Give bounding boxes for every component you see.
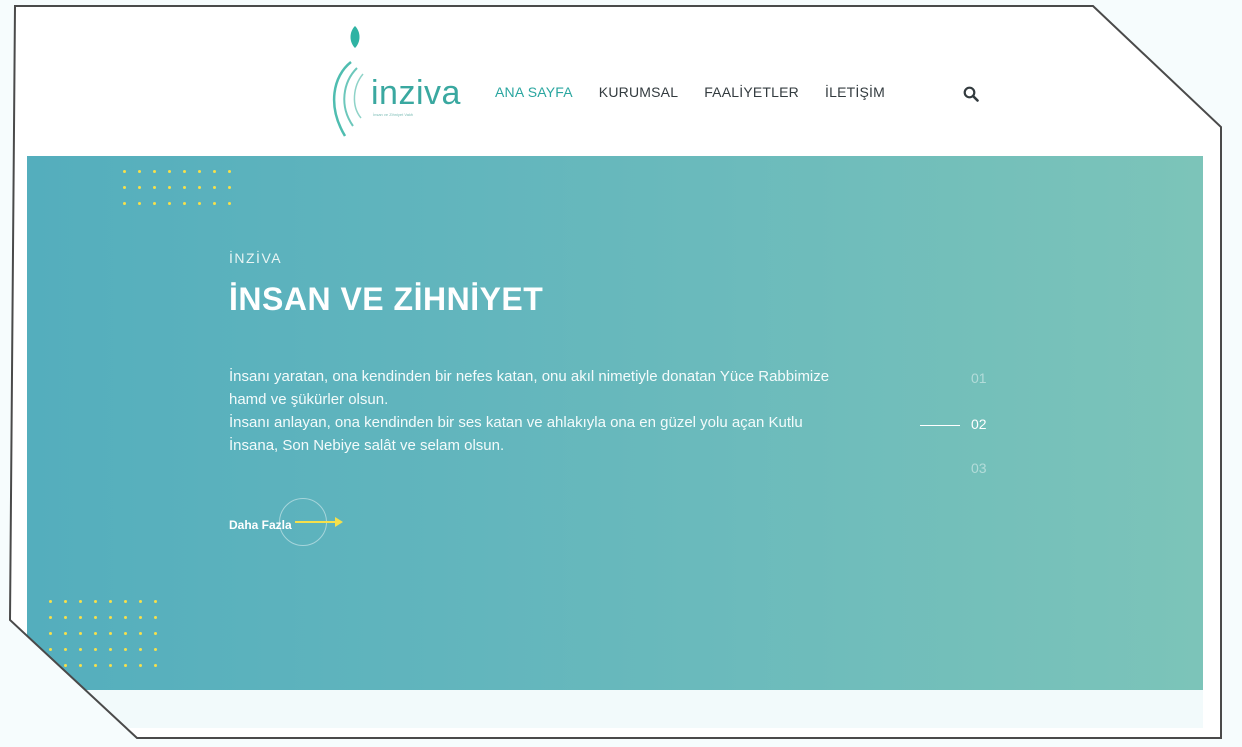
decorative-dot [79, 632, 82, 635]
decorative-dot [124, 664, 127, 667]
decorative-dot [49, 648, 52, 651]
decorative-dot [183, 170, 186, 173]
hero-paragraph-2: İnsanı anlayan, ona kendinden bir ses ka… [229, 414, 803, 454]
decorative-dot [213, 202, 216, 205]
decorative-dot [64, 648, 67, 651]
decorative-dot [94, 632, 97, 635]
decorative-dot [154, 616, 157, 619]
decorative-dot [124, 616, 127, 619]
decorative-dot [49, 600, 52, 603]
decorative-dot [79, 648, 82, 651]
decorative-dot [94, 664, 97, 667]
decorative-dot [153, 186, 156, 189]
decorative-dot [79, 600, 82, 603]
active-slide-indicator [920, 425, 960, 426]
decorative-dot [168, 186, 171, 189]
more-button[interactable]: Daha Fazla [229, 498, 343, 546]
hero-paragraph-1: İnsanı yaratan, ona kendinden bir nefes … [229, 368, 830, 408]
decorative-dot [109, 664, 112, 667]
decorative-dot [124, 648, 127, 651]
hero-eyebrow: İNZİVA [229, 250, 283, 266]
section-divider [27, 690, 1203, 728]
decorative-dot [109, 600, 112, 603]
decorative-dot [123, 186, 126, 189]
site-header: inziva İnsan ve Zihniyet Vakfı ANA SAYFA… [27, 6, 1203, 156]
decorative-dot [183, 186, 186, 189]
decorative-dot [168, 170, 171, 173]
decorative-dot [228, 170, 231, 173]
decorative-dot [154, 664, 157, 667]
decorative-dot [198, 170, 201, 173]
decorative-dot [168, 202, 171, 205]
decorative-dot [183, 202, 186, 205]
decorative-dot [138, 202, 141, 205]
decorative-dot [139, 664, 142, 667]
decorative-dot [124, 632, 127, 635]
decorative-dot [139, 632, 142, 635]
decorative-dot [64, 616, 67, 619]
decorative-dot [138, 186, 141, 189]
slide-number-1[interactable]: 01 [971, 370, 1189, 386]
decorative-dots-top [123, 170, 231, 205]
decorative-dot [139, 616, 142, 619]
decorative-dot [198, 202, 201, 205]
decorative-dot [228, 186, 231, 189]
site-logo[interactable]: inziva İnsan ve Zihniyet Vakfı [315, 26, 475, 151]
decorative-dot [94, 648, 97, 651]
decorative-dot [49, 616, 52, 619]
decorative-dot [123, 202, 126, 205]
decorative-dot [79, 616, 82, 619]
hero-description: İnsanı yaratan, ona kendinden bir nefes … [229, 365, 849, 457]
main-navigation: ANA SAYFA KURUMSAL FAALİYETLER İLETİŞİM [495, 84, 911, 100]
decorative-dot [228, 202, 231, 205]
decorative-dot [213, 170, 216, 173]
decorative-dot [123, 170, 126, 173]
decorative-dot [109, 648, 112, 651]
nav-item-ana-sayfa[interactable]: ANA SAYFA [495, 84, 573, 100]
slide-number-2[interactable]: 02 [971, 416, 1189, 432]
arrow-right-icon [295, 517, 343, 527]
decorative-dot [49, 632, 52, 635]
decorative-dot [154, 648, 157, 651]
logo-wordmark: inziva [371, 74, 461, 112]
decorative-dot [109, 632, 112, 635]
decorative-dot [94, 600, 97, 603]
decorative-dot [79, 664, 82, 667]
decorative-dot [64, 600, 67, 603]
decorative-dot [64, 664, 67, 667]
decorative-dot [213, 186, 216, 189]
logo-tagline: İnsan ve Zihniyet Vakfı [373, 112, 414, 117]
nav-item-iletisim[interactable]: İLETİŞİM [825, 84, 885, 100]
decorative-dot [153, 170, 156, 173]
page-frame: inziva İnsan ve Zihniyet Vakfı ANA SAYFA… [9, 5, 1221, 739]
hero-title: İNSAN VE ZİHNİYET [229, 281, 544, 317]
slide-number-3[interactable]: 03 [971, 460, 1189, 476]
nav-item-kurumsal[interactable]: KURUMSAL [599, 84, 678, 100]
search-icon[interactable] [963, 86, 979, 102]
nav-item-faaliyetler[interactable]: FAALİYETLER [704, 84, 799, 100]
decorative-dot [64, 632, 67, 635]
decorative-dot [138, 170, 141, 173]
decorative-dot [139, 648, 142, 651]
logo-emblem-icon [332, 26, 364, 137]
hero-slider: İNZİVA İNSAN VE ZİHNİYET İnsanı yaratan,… [27, 156, 1203, 690]
decorative-dot [109, 616, 112, 619]
decorative-dot [153, 202, 156, 205]
decorative-dot [139, 600, 142, 603]
decorative-dots-bottom [49, 600, 157, 667]
decorative-dot [198, 186, 201, 189]
decorative-dot [154, 600, 157, 603]
decorative-dot [94, 616, 97, 619]
decorative-dot [154, 632, 157, 635]
decorative-dot [124, 600, 127, 603]
